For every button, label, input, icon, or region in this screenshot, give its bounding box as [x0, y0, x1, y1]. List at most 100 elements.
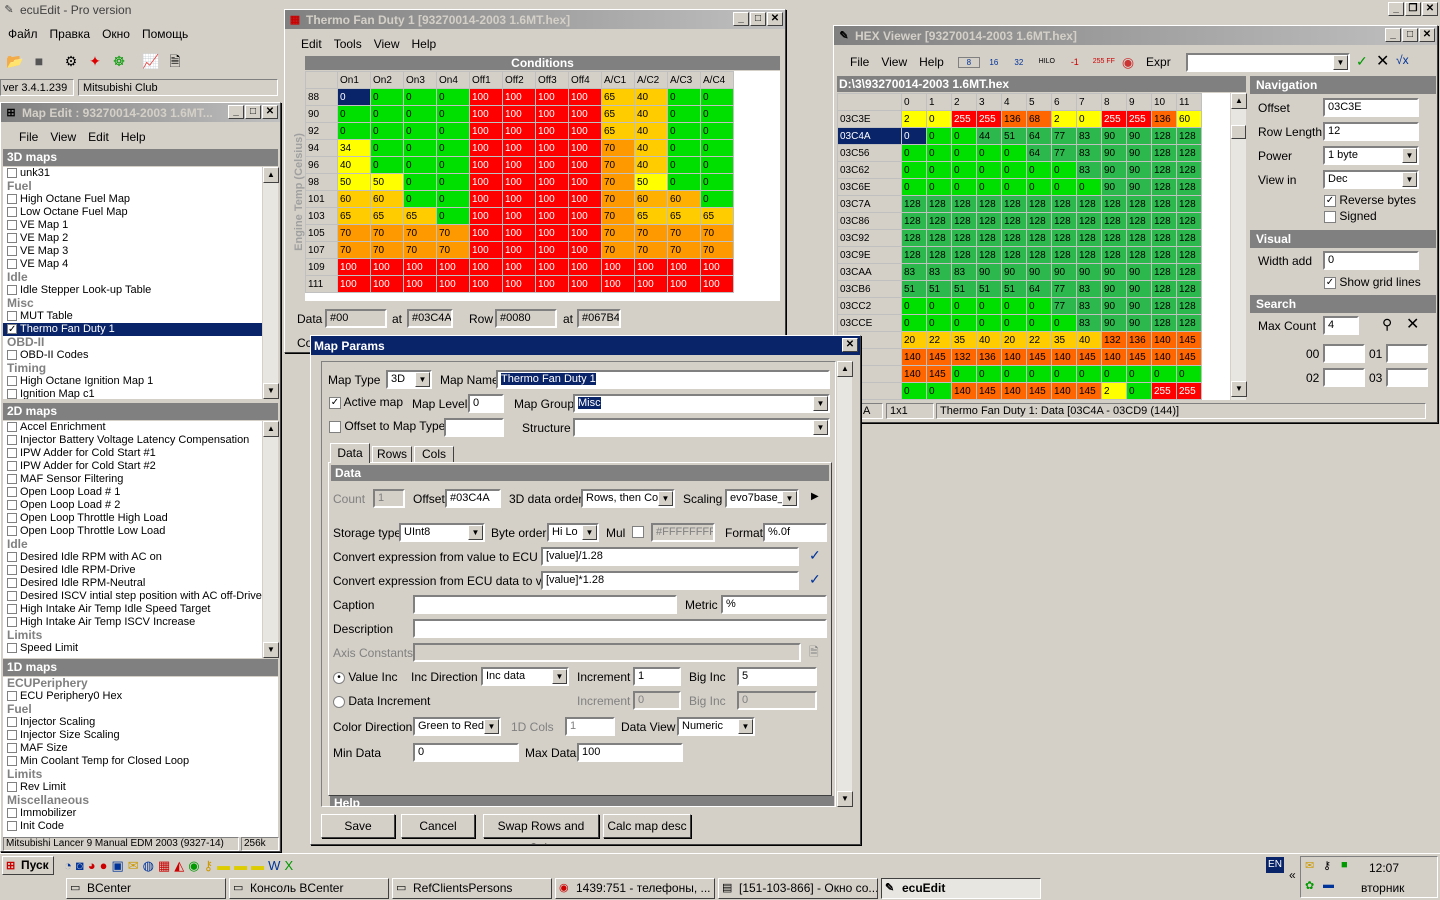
- hex-col-header[interactable]: 1: [926, 93, 952, 111]
- grid-cell[interactable]: 100: [469, 173, 503, 191]
- grid-cell[interactable]: 100: [370, 258, 404, 276]
- inc-direction-select[interactable]: Inc data ▼: [481, 667, 569, 686]
- hex-cell[interactable]: 90: [1101, 263, 1127, 281]
- hex-col-header[interactable]: 7: [1076, 93, 1102, 111]
- hex-cell[interactable]: 77: [1051, 297, 1077, 315]
- hex-cell[interactable]: 128: [1176, 161, 1202, 179]
- grid-cell[interactable]: 65: [403, 207, 437, 225]
- hex-cell[interactable]: 0: [926, 144, 952, 162]
- map-list-item[interactable]: Open Loop Throttle Low Load: [3, 525, 262, 538]
- width-add-field[interactable]: 0: [1323, 251, 1419, 270]
- hex-cell[interactable]: 0: [1026, 365, 1052, 383]
- hex-cell[interactable]: 0: [976, 365, 1002, 383]
- grid-cell[interactable]: 0: [667, 122, 701, 140]
- minimize-button[interactable]: _: [1388, 2, 1404, 16]
- map-checkbox[interactable]: [7, 311, 17, 322]
- hex-cell[interactable]: 128: [976, 212, 1002, 230]
- map-list-item[interactable]: Injector Scaling: [3, 716, 278, 729]
- mul-checkbox[interactable]: [632, 526, 644, 539]
- hex-cell[interactable]: 0: [1126, 382, 1152, 400]
- grid-cell[interactable]: 0: [667, 173, 701, 191]
- grid-cell[interactable]: 65: [667, 207, 701, 225]
- hex-cell[interactable]: 51: [951, 280, 977, 298]
- map-list-item[interactable]: unk31: [3, 167, 262, 180]
- hex-cell[interactable]: 128: [1151, 161, 1177, 179]
- mitsubishi-logo-icon[interactable]: ✦: [84, 50, 106, 72]
- grid-cell[interactable]: 100: [337, 275, 371, 293]
- map-list-item[interactable]: Open Loop Load # 1: [3, 486, 262, 499]
- map-list-item[interactable]: Accel Enrichment: [3, 421, 262, 434]
- grid-cell[interactable]: 100: [403, 275, 437, 293]
- big-inc-field[interactable]: 5: [737, 667, 817, 686]
- hex-cell[interactable]: 128: [1001, 229, 1027, 247]
- map-checkbox[interactable]: [7, 376, 17, 387]
- grid-cell[interactable]: 0: [700, 139, 734, 157]
- grid-cell[interactable]: 0: [667, 88, 701, 106]
- map-checkbox[interactable]: [7, 513, 17, 524]
- grid-cell[interactable]: 70: [601, 207, 635, 225]
- hex-cell[interactable]: 128: [1076, 195, 1102, 213]
- data-order-select[interactable]: Rows, then Col ▼: [581, 489, 675, 508]
- hex-cell[interactable]: 0: [976, 297, 1002, 315]
- grid-cell[interactable]: 0: [403, 190, 437, 208]
- hex-cell[interactable]: 140: [1051, 348, 1077, 366]
- map-list-item[interactable]: Open Loop Load # 2: [3, 499, 262, 512]
- grid-cell[interactable]: 0: [700, 105, 734, 123]
- task-ecuedit[interactable]: ✎ ecuEdit: [881, 878, 1041, 899]
- mapedit-max-button[interactable]: □: [245, 105, 261, 119]
- grid-cell[interactable]: 50: [337, 173, 371, 191]
- grid-cell[interactable]: 100: [502, 190, 536, 208]
- ql-acrobat-icon[interactable]: ◭: [174, 856, 184, 875]
- hex-cell[interactable]: 83: [1076, 144, 1102, 162]
- hex-cell[interactable]: 83: [1076, 297, 1102, 315]
- grid-cell[interactable]: 100: [568, 207, 602, 225]
- grid-cell[interactable]: 70: [337, 224, 371, 242]
- save-disk-icon[interactable]: ■: [28, 50, 50, 72]
- hex-cell[interactable]: 0: [1151, 365, 1177, 383]
- increment-field[interactable]: 1: [633, 667, 681, 686]
- hex-cell[interactable]: 90: [1101, 178, 1127, 196]
- grid-cell[interactable]: 100: [469, 224, 503, 242]
- grid-cell[interactable]: 100: [469, 207, 503, 225]
- hex-cell[interactable]: 90: [1126, 127, 1152, 145]
- hex-cell[interactable]: 128: [1076, 246, 1102, 264]
- grid-cell[interactable]: 100: [469, 88, 503, 106]
- close-button[interactable]: ✕: [1422, 2, 1438, 16]
- clock-time[interactable]: 12:07: [1369, 861, 1399, 875]
- count-field[interactable]: 1: [373, 489, 405, 508]
- ql-browser-icon[interactable]: ◔: [64, 856, 72, 875]
- hex-cell[interactable]: 128: [1151, 144, 1177, 162]
- hex-cell[interactable]: 77: [1051, 127, 1077, 145]
- grid-cell[interactable]: 70: [601, 224, 635, 242]
- save-button[interactable]: Save: [321, 814, 395, 838]
- expr-cancel-icon[interactable]: ✕: [1376, 51, 1389, 71]
- hex-cell[interactable]: 145: [1126, 348, 1152, 366]
- caption-field[interactable]: [413, 595, 677, 614]
- grid-cell[interactable]: 100: [436, 275, 470, 293]
- ql-app3-icon[interactable]: ●: [100, 856, 108, 875]
- hex-cell[interactable]: 128: [1001, 212, 1027, 230]
- hex-cell[interactable]: 128: [901, 229, 927, 247]
- max-data-field[interactable]: 100: [577, 743, 683, 762]
- hex-cell[interactable]: 0: [1076, 110, 1102, 128]
- grid-cell[interactable]: 100: [568, 241, 602, 259]
- tab-rows[interactable]: Rows: [372, 446, 412, 463]
- hex-cell[interactable]: 128: [926, 212, 952, 230]
- col-header[interactable]: On1: [337, 71, 371, 89]
- hex-cell[interactable]: 128: [951, 195, 977, 213]
- grid-cell[interactable]: 70: [667, 224, 701, 242]
- tray-expand-icon[interactable]: «: [1289, 868, 1296, 882]
- grid-cell[interactable]: 70: [601, 156, 635, 174]
- hex-cell[interactable]: 132: [951, 348, 977, 366]
- map-checkbox[interactable]: [7, 500, 17, 511]
- hex-cell[interactable]: 128: [1126, 229, 1152, 247]
- conv1-field[interactable]: [value]/1.28: [541, 547, 799, 566]
- list-3d[interactable]: unk31 Fuel High Octane Fuel Map Low Octane …: [3, 167, 262, 399]
- map-checkbox[interactable]: [7, 526, 17, 537]
- hex-cell[interactable]: 145: [1176, 348, 1202, 366]
- map-checkbox[interactable]: [7, 782, 17, 793]
- map-checkbox[interactable]: [7, 422, 17, 433]
- col-header[interactable]: Off4: [568, 71, 602, 89]
- grid-cell[interactable]: 0: [700, 190, 734, 208]
- hex-cell[interactable]: 128: [1151, 229, 1177, 247]
